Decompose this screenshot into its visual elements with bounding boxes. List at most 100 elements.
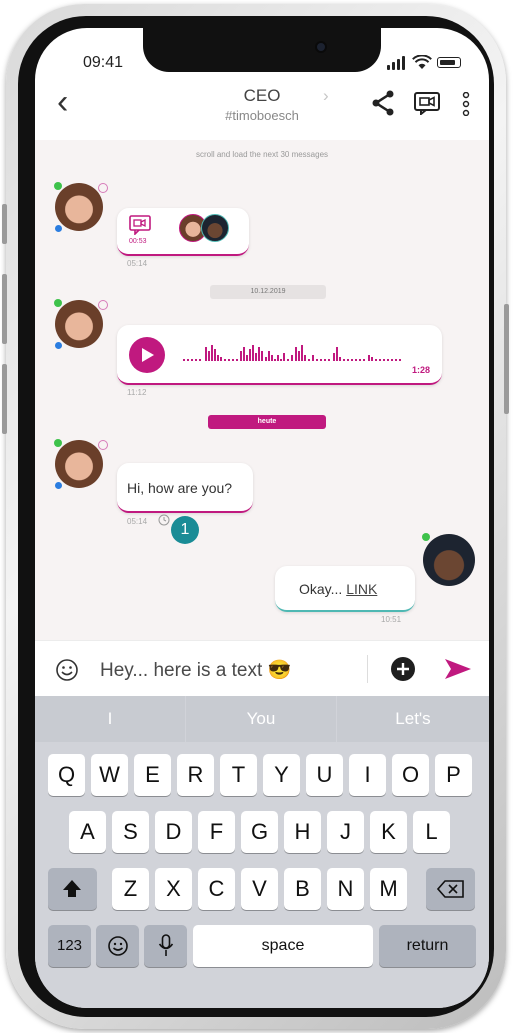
add-attachment-icon[interactable] xyxy=(391,657,415,681)
key-u[interactable]: U xyxy=(306,754,343,796)
video-message[interactable]: 00:53 xyxy=(117,208,249,256)
key-n[interactable]: N xyxy=(327,868,364,910)
verified-icon xyxy=(55,342,62,349)
suggestion-2[interactable]: You xyxy=(186,696,336,742)
chevron-right-icon[interactable]: › xyxy=(323,86,329,106)
status-time: 09:41 xyxy=(83,54,124,71)
status-icon xyxy=(98,440,108,450)
avatar[interactable] xyxy=(55,183,103,231)
voice-message[interactable]: 1:28 xyxy=(117,325,442,385)
key-s[interactable]: S xyxy=(112,811,149,853)
key-q[interactable]: Q xyxy=(48,754,85,796)
wifi-icon xyxy=(412,55,432,69)
key-k[interactable]: K xyxy=(370,811,407,853)
key-f[interactable]: F xyxy=(198,811,235,853)
key-c[interactable]: C xyxy=(198,868,235,910)
video-duration: 00:53 xyxy=(129,238,147,245)
key-m[interactable]: M xyxy=(370,868,407,910)
power-button xyxy=(504,304,509,414)
emoji-icon[interactable] xyxy=(55,658,79,682)
participant-avatar xyxy=(201,214,229,242)
audio-waveform[interactable] xyxy=(183,345,413,361)
microphone-icon xyxy=(158,934,174,956)
key-a[interactable]: A xyxy=(69,811,106,853)
message-composer: Hey... here is a text 😎 xyxy=(35,640,489,696)
message-text: Hi, how are you? xyxy=(127,480,233,496)
status-icons xyxy=(387,54,467,70)
text-message-outgoing[interactable]: Okay... LINK xyxy=(275,566,415,612)
load-more-link[interactable]: scroll and load the next 30 messages xyxy=(35,150,489,159)
key-z[interactable]: Z xyxy=(112,868,149,910)
shift-icon xyxy=(63,880,81,897)
key-t[interactable]: T xyxy=(220,754,257,796)
message-time: 11:12 xyxy=(127,388,147,397)
message-input[interactable]: Hey... here is a text 😎 xyxy=(100,658,291,682)
notch xyxy=(143,28,381,72)
online-indicator xyxy=(54,439,62,447)
more-options-icon[interactable] xyxy=(462,92,470,116)
emoji-key[interactable] xyxy=(96,925,139,967)
front-camera xyxy=(315,41,327,53)
key-o[interactable]: O xyxy=(392,754,429,796)
text-message-incoming[interactable]: Hi, how are you? xyxy=(117,463,253,513)
key-w[interactable]: W xyxy=(91,754,128,796)
key-v[interactable]: V xyxy=(241,868,278,910)
key-e[interactable]: E xyxy=(134,754,171,796)
send-icon[interactable] xyxy=(445,659,471,679)
play-button[interactable] xyxy=(129,337,165,373)
video-icon xyxy=(129,215,151,235)
shift-key[interactable] xyxy=(48,868,97,910)
chat-header: ‹ CEO › #timoboesch xyxy=(35,80,489,140)
online-indicator xyxy=(54,299,62,307)
key-d[interactable]: D xyxy=(155,811,192,853)
online-indicator xyxy=(422,533,430,541)
key-p[interactable]: P xyxy=(435,754,472,796)
message-time: 05:14 xyxy=(127,517,148,526)
backspace-key[interactable] xyxy=(426,868,475,910)
chat-messages[interactable]: scroll and load the next 30 messages 00:… xyxy=(35,140,489,640)
message-time: 10:51 xyxy=(381,615,402,624)
key-r[interactable]: R xyxy=(177,754,214,796)
dictation-key[interactable] xyxy=(144,925,187,967)
status-icon xyxy=(98,300,108,310)
play-icon xyxy=(142,348,154,362)
return-key[interactable]: return xyxy=(379,925,476,967)
verified-icon xyxy=(55,482,62,489)
numbers-key[interactable]: 123 xyxy=(48,925,91,967)
status-icon xyxy=(98,183,108,193)
step-badge: 1 xyxy=(171,516,199,544)
suggestion-1[interactable]: I xyxy=(35,696,185,742)
avatar-self[interactable] xyxy=(423,534,475,586)
date-separator-today: heute xyxy=(208,415,326,429)
message-text: Okay... LINK xyxy=(299,581,377,597)
message-body: Okay... xyxy=(299,581,343,597)
clock-icon xyxy=(158,514,170,526)
avatar[interactable] xyxy=(55,300,103,348)
step-badge-count: 1 xyxy=(180,521,190,538)
online-indicator xyxy=(54,182,62,190)
key-i[interactable]: I xyxy=(349,754,386,796)
mute-switch xyxy=(2,204,7,244)
avatar[interactable] xyxy=(55,440,103,488)
phone-screen: 09:41 ‹ CEO › #timoboesch scroll and loa… xyxy=(35,28,489,1008)
key-x[interactable]: X xyxy=(155,868,192,910)
key-y[interactable]: Y xyxy=(263,754,300,796)
volume-down-button xyxy=(2,364,7,434)
share-icon[interactable] xyxy=(371,90,395,116)
key-l[interactable]: L xyxy=(413,811,450,853)
key-j[interactable]: J xyxy=(327,811,364,853)
suggestion-3[interactable]: Let's xyxy=(337,696,489,742)
space-key[interactable]: space xyxy=(193,925,373,967)
key-b[interactable]: B xyxy=(284,868,321,910)
emoji-icon xyxy=(108,936,128,956)
composer-divider xyxy=(367,655,368,683)
key-g[interactable]: G xyxy=(241,811,278,853)
message-link[interactable]: LINK xyxy=(346,581,377,597)
volume-up-button xyxy=(2,274,7,344)
verified-icon xyxy=(55,225,62,232)
battery-icon xyxy=(437,57,461,68)
backspace-icon xyxy=(437,880,464,898)
key-h[interactable]: H xyxy=(284,811,321,853)
message-time: 05:14 xyxy=(127,259,148,268)
video-call-icon[interactable] xyxy=(413,91,441,115)
